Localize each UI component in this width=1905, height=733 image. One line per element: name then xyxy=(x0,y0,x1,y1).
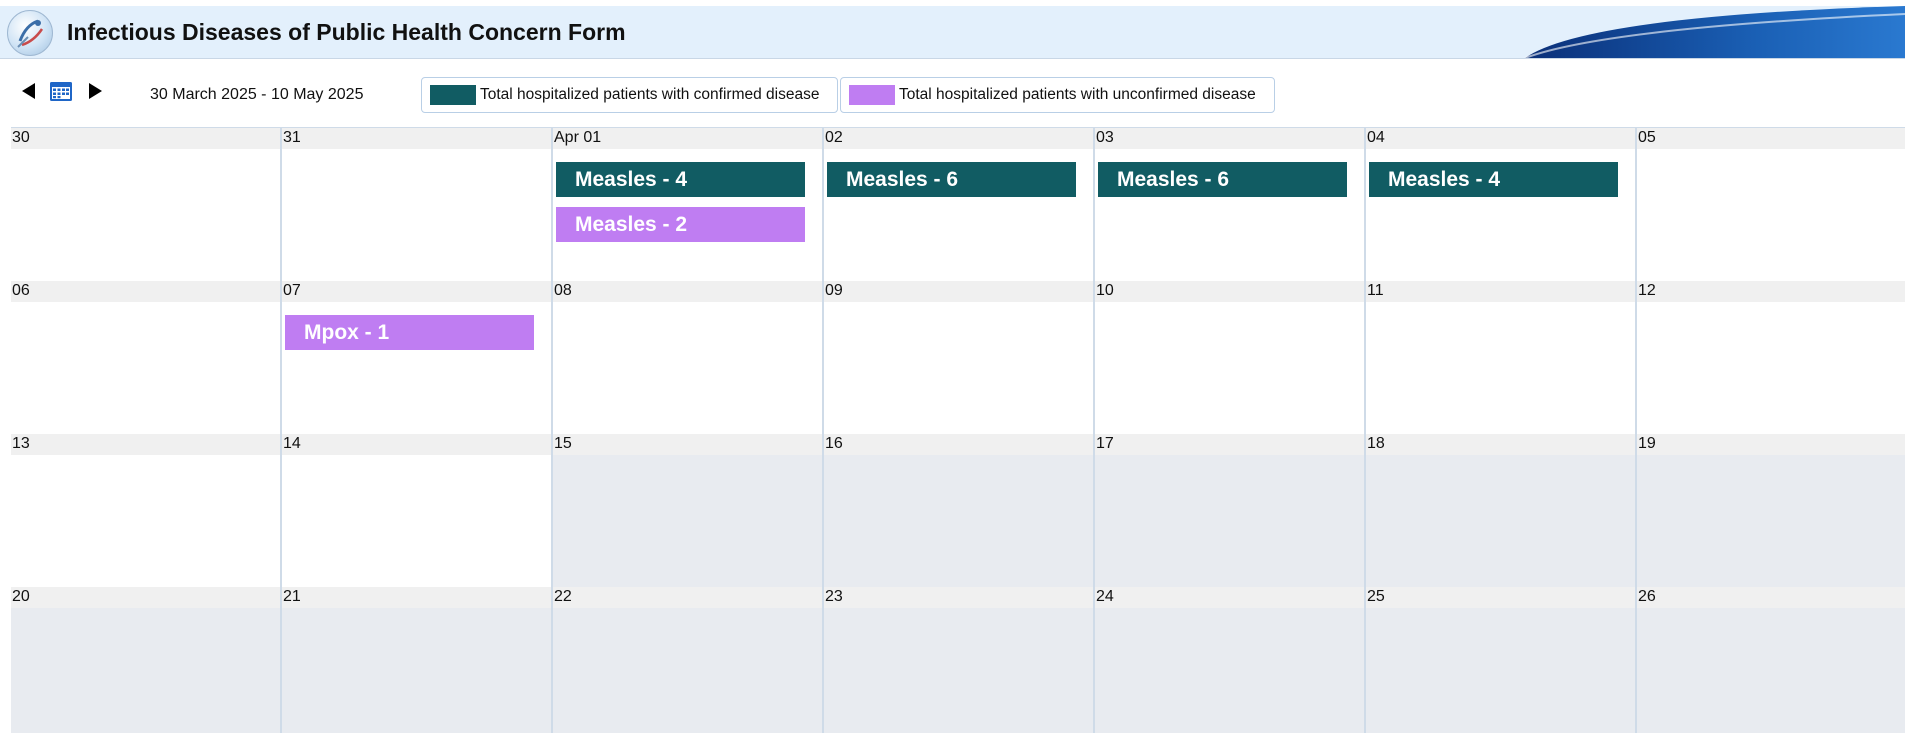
calendar-day-cell[interactable]: 19 xyxy=(1637,434,1905,587)
triangle-left-icon xyxy=(22,83,35,99)
calendar-event-confirmed[interactable]: Measles - 6 xyxy=(827,162,1076,197)
calendar-week-row: 06 07 Mpox - 1 08 09 10 11 12 xyxy=(11,281,1905,436)
calendar-event-confirmed[interactable]: Measles - 4 xyxy=(1369,162,1618,197)
day-number: 21 xyxy=(282,587,551,608)
calendar-day-cell[interactable]: 21 xyxy=(282,587,553,733)
day-number: 06 xyxy=(11,281,280,302)
calendar-week-row: 20 21 22 23 24 25 26 xyxy=(11,587,1905,733)
day-number: 05 xyxy=(1637,128,1905,149)
day-number: 26 xyxy=(1637,587,1905,608)
legend-swatch-unconfirmed xyxy=(849,85,895,105)
day-number: 30 xyxy=(11,128,280,149)
calendar-grid: 30 31 Apr 01 Measles - 4 Measles - 2 02 Measle… xyxy=(11,127,1905,733)
day-number: 15 xyxy=(553,434,822,455)
header-swoosh-decoration xyxy=(1525,6,1905,58)
calendar-day-cell[interactable]: 15 xyxy=(553,434,824,587)
calendar-day-cell[interactable]: Apr 01 Measles - 4 Measles - 2 xyxy=(553,128,824,281)
legend-unconfirmed: Total hospitalized patients with unconfi… xyxy=(840,77,1275,113)
calendar-day-cell[interactable]: 08 xyxy=(553,281,824,434)
calendar-day-cell[interactable]: 07 Mpox - 1 xyxy=(282,281,553,434)
calendar-week-row: 30 31 Apr 01 Measles - 4 Measles - 2 02 Measle… xyxy=(11,128,1905,283)
calendar-day-cell[interactable]: 09 xyxy=(824,281,1095,434)
next-period-button[interactable] xyxy=(84,80,106,102)
day-number: 12 xyxy=(1637,281,1905,302)
calendar-day-cell[interactable]: 17 xyxy=(1095,434,1366,587)
date-range-label: 30 March 2025 - 10 May 2025 xyxy=(150,86,364,103)
calendar-day-cell[interactable]: 24 xyxy=(1095,587,1366,733)
day-number: 10 xyxy=(1095,281,1364,302)
calendar-day-cell[interactable]: 02 Measles - 6 xyxy=(824,128,1095,281)
calendar-day-cell[interactable]: 03 Measles - 6 xyxy=(1095,128,1366,281)
day-number: 25 xyxy=(1366,587,1635,608)
calendar-day-cell[interactable]: 13 xyxy=(11,434,282,587)
calendar-day-cell[interactable]: 23 xyxy=(824,587,1095,733)
calendar-day-cell[interactable]: 04 Measles - 4 xyxy=(1366,128,1637,281)
calendar-day-cell[interactable]: 26 xyxy=(1637,587,1905,733)
day-number: 09 xyxy=(824,281,1093,302)
page-title: Infectious Diseases of Public Health Con… xyxy=(67,19,626,45)
legend-swatch-confirmed xyxy=(430,85,476,105)
legend-label-unconfirmed: Total hospitalized patients with unconfi… xyxy=(899,86,1256,103)
calendar-day-cell[interactable]: 25 xyxy=(1366,587,1637,733)
calendar-day-cell[interactable]: 20 xyxy=(11,587,282,733)
calendar-week-row: 13 14 15 16 17 18 19 xyxy=(11,434,1905,589)
legend-label-confirmed: Total hospitalized patients with confirm… xyxy=(480,86,820,103)
previous-period-button[interactable] xyxy=(18,80,40,102)
day-number: 24 xyxy=(1095,587,1364,608)
calendar-icon xyxy=(50,82,72,101)
calendar-day-cell[interactable]: 22 xyxy=(553,587,824,733)
calendar-day-cell[interactable]: 12 xyxy=(1637,281,1905,434)
day-number: 22 xyxy=(553,587,822,608)
calendar-day-cell[interactable]: 11 xyxy=(1366,281,1637,434)
day-number: 11 xyxy=(1366,281,1635,302)
app-logo-icon xyxy=(7,10,53,56)
day-number: 16 xyxy=(824,434,1093,455)
calendar-event-confirmed[interactable]: Measles - 4 xyxy=(556,162,805,197)
calendar-day-cell[interactable]: 16 xyxy=(824,434,1095,587)
day-number: 08 xyxy=(553,281,822,302)
day-number: 07 xyxy=(282,281,551,302)
calendar-day-cell[interactable]: 14 xyxy=(282,434,553,587)
calendar-day-cell[interactable]: 06 xyxy=(11,281,282,434)
day-number: 18 xyxy=(1366,434,1635,455)
day-number: 23 xyxy=(824,587,1093,608)
day-number: 20 xyxy=(11,587,280,608)
calendar-day-cell[interactable]: 31 xyxy=(282,128,553,281)
day-number: 13 xyxy=(11,434,280,455)
legend-confirmed: Total hospitalized patients with confirm… xyxy=(421,77,838,113)
day-number: 17 xyxy=(1095,434,1364,455)
calendar-event-unconfirmed[interactable]: Measles - 2 xyxy=(556,207,805,242)
app-header: Infectious Diseases of Public Health Con… xyxy=(0,6,1905,58)
calendar-day-cell[interactable]: 05 xyxy=(1637,128,1905,281)
calendar-day-cell[interactable]: 10 xyxy=(1095,281,1366,434)
calendar-day-cell[interactable]: 18 xyxy=(1366,434,1637,587)
day-number: 14 xyxy=(282,434,551,455)
day-number: 04 xyxy=(1366,128,1635,149)
calendar-event-unconfirmed[interactable]: Mpox - 1 xyxy=(285,315,534,350)
triangle-right-icon xyxy=(89,83,102,99)
header-divider xyxy=(0,58,1905,59)
day-number: 03 xyxy=(1095,128,1364,149)
day-number: 02 xyxy=(824,128,1093,149)
calendar-day-cell[interactable]: 30 xyxy=(11,128,282,281)
calendar-picker-button[interactable] xyxy=(49,79,72,101)
day-number: 31 xyxy=(282,128,551,149)
day-number: 19 xyxy=(1637,434,1905,455)
calendar-event-confirmed[interactable]: Measles - 6 xyxy=(1098,162,1347,197)
day-number: Apr 01 xyxy=(553,128,822,149)
